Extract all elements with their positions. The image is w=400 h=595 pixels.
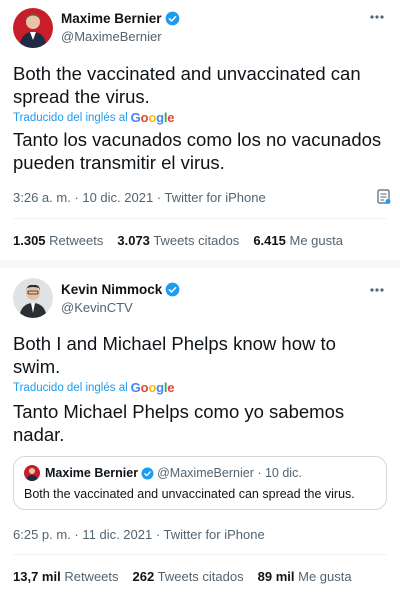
likes-label: Me gusta (298, 569, 352, 584)
translated-from[interactable]: Traducido del inglés al Google (13, 110, 174, 125)
verified-badge-icon (141, 467, 154, 479)
translation-text: Tanto los vacunados como los no vacunado… (13, 128, 388, 174)
avatar[interactable] (13, 278, 53, 318)
quoted-tweet[interactable]: Maxime Bernier @MaximeBernier · 10 dic. … (13, 456, 387, 510)
tweet-stats: 13,7 mil Retweets 262 Tweets citados 89 … (13, 569, 352, 584)
translation-text: Tanto Michael Phelps como yo sabemos nad… (13, 400, 388, 446)
quotes-stat[interactable]: 3.073 Tweets citados (117, 233, 239, 248)
tweet-text-line: swim. (13, 356, 61, 377)
quotes-count: 3.073 (117, 233, 150, 248)
retweets-count: 1.305 (13, 233, 46, 248)
divider (13, 554, 387, 555)
tweet-stats: 1.305 Retweets 3.073 Tweets citados 6.41… (13, 233, 343, 248)
verified-badge-icon (165, 11, 179, 26)
quotes-label: Tweets citados (157, 569, 244, 584)
retweets-stat[interactable]: 13,7 mil Retweets (13, 569, 119, 584)
translation-line: pueden transmitir el virus. (13, 152, 225, 173)
avatar[interactable] (13, 8, 53, 48)
display-name[interactable]: Kevin Nimmock (61, 282, 162, 297)
retweets-stat[interactable]: 1.305 Retweets (13, 233, 103, 248)
more-options-icon[interactable] (370, 15, 384, 19)
tweet-meta[interactable]: 6:25 p. m. · 11 dic. 2021 · Twitter for … (13, 527, 265, 542)
tweet-meta[interactable]: 3:26 a. m. · 10 dic. 2021 · Twitter for … (13, 190, 266, 205)
google-logo: Google (130, 380, 175, 395)
retweets-count: 13,7 mil (13, 569, 61, 584)
quoted-handle-date: @MaximeBernier · 10 dic. (157, 466, 302, 480)
quotes-stat[interactable]: 262 Tweets citados (133, 569, 244, 584)
tweet-text-line: Both I and Michael Phelps know how to (13, 333, 336, 354)
tweet-maxime-bernier[interactable]: Maxime Bernier @MaximeBernier Both the v… (0, 0, 400, 260)
verified-badge-icon (165, 282, 180, 297)
quoted-avatar (24, 465, 40, 481)
display-name[interactable]: Maxime Bernier (61, 11, 162, 26)
author-name-row[interactable]: Kevin Nimmock (61, 282, 180, 297)
tweet-kevin-nimmock[interactable]: Kevin Nimmock @KevinCTV Both I and Micha… (0, 268, 400, 595)
retweets-label: Retweets (49, 233, 104, 248)
handle[interactable]: @KevinCTV (61, 300, 133, 315)
tweet-text: Both the vaccinated and unvaccinated can… (13, 62, 388, 108)
quotes-label: Tweets citados (153, 233, 240, 248)
author-name-row[interactable]: Maxime Bernier (61, 11, 180, 26)
likes-stat[interactable]: 6.415 Me gusta (253, 233, 343, 248)
translation-line: nadar. (13, 424, 65, 445)
tweet-text-line: Both the vaccinated and unvaccinated can (13, 63, 361, 84)
retweets-label: Retweets (64, 569, 119, 584)
quoted-text: Both the vaccinated and unvaccinated can… (24, 487, 355, 501)
translated-label: Traducido del inglés al (13, 111, 128, 124)
google-logo: Google (130, 110, 175, 125)
likes-count: 6.415 (253, 233, 286, 248)
likes-stat[interactable]: 89 mil Me gusta (258, 569, 352, 584)
likes-label: Me gusta (289, 233, 343, 248)
translated-from[interactable]: Traducido del inglés al Google (13, 380, 174, 395)
tweet-separator (0, 260, 400, 268)
quotes-count: 262 (132, 569, 155, 584)
translation-line: Tanto los vacunados como los no vacunado… (13, 129, 382, 150)
quoted-author-row: Maxime Bernier @MaximeBernier · 10 dic. (24, 465, 302, 481)
quoted-display-name: Maxime Bernier (45, 466, 139, 480)
translated-label: Traducido del inglés al (13, 381, 128, 394)
handle[interactable]: @MaximeBernier (61, 29, 162, 44)
more-options-icon[interactable] (370, 288, 384, 292)
translation-line: Tanto Michael Phelps como yo sabemos (13, 401, 345, 422)
likes-count: 89 mil (257, 569, 295, 584)
divider (13, 218, 387, 219)
tweet-text-line: spread the virus. (13, 86, 150, 107)
tweet-text: Both I and Michael Phelps know how to sw… (13, 332, 388, 378)
translate-icon[interactable] (377, 189, 391, 205)
